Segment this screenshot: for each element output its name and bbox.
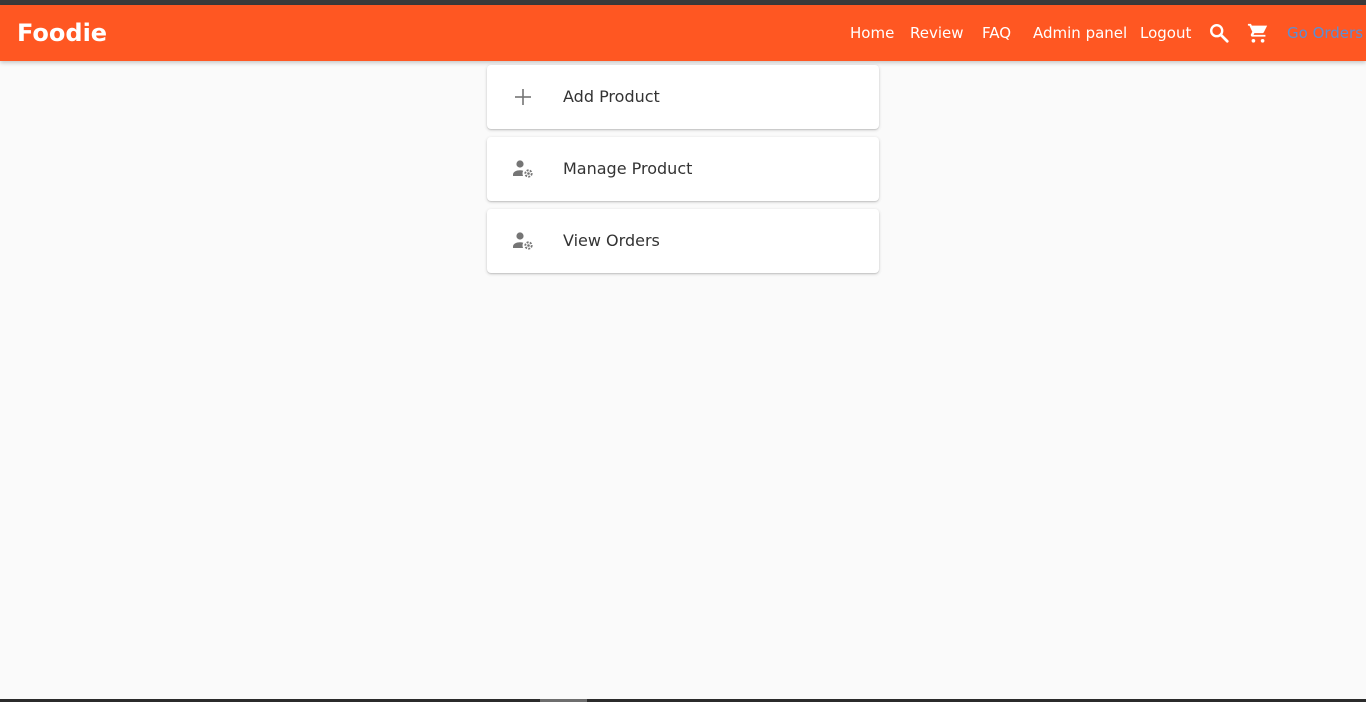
- nav-go-orders-link[interactable]: Go Orders: [1287, 23, 1363, 43]
- add-product-card[interactable]: Add Product: [487, 65, 879, 129]
- user-settings-icon: [511, 157, 535, 181]
- plus-icon: [511, 85, 535, 109]
- navbar: Foodie Home Review FAQ Admin panel Logou…: [0, 5, 1366, 61]
- add-product-label: Add Product: [563, 87, 660, 106]
- user-settings-icon: [511, 229, 535, 253]
- search-icon[interactable]: [1208, 22, 1230, 44]
- nav-faq-link[interactable]: FAQ: [982, 23, 1011, 43]
- view-orders-card[interactable]: View Orders: [487, 209, 879, 273]
- nav-admin-panel-link[interactable]: Admin panel: [1033, 23, 1127, 43]
- nav-logout-link[interactable]: Logout: [1140, 23, 1191, 43]
- nav-home-link[interactable]: Home: [850, 23, 894, 43]
- view-orders-label: View Orders: [563, 231, 660, 250]
- cart-icon[interactable]: [1247, 22, 1269, 44]
- nav-review-link[interactable]: Review: [910, 23, 964, 43]
- brand-logo[interactable]: Foodie: [17, 18, 107, 48]
- manage-product-label: Manage Product: [563, 159, 693, 178]
- manage-product-card[interactable]: Manage Product: [487, 137, 879, 201]
